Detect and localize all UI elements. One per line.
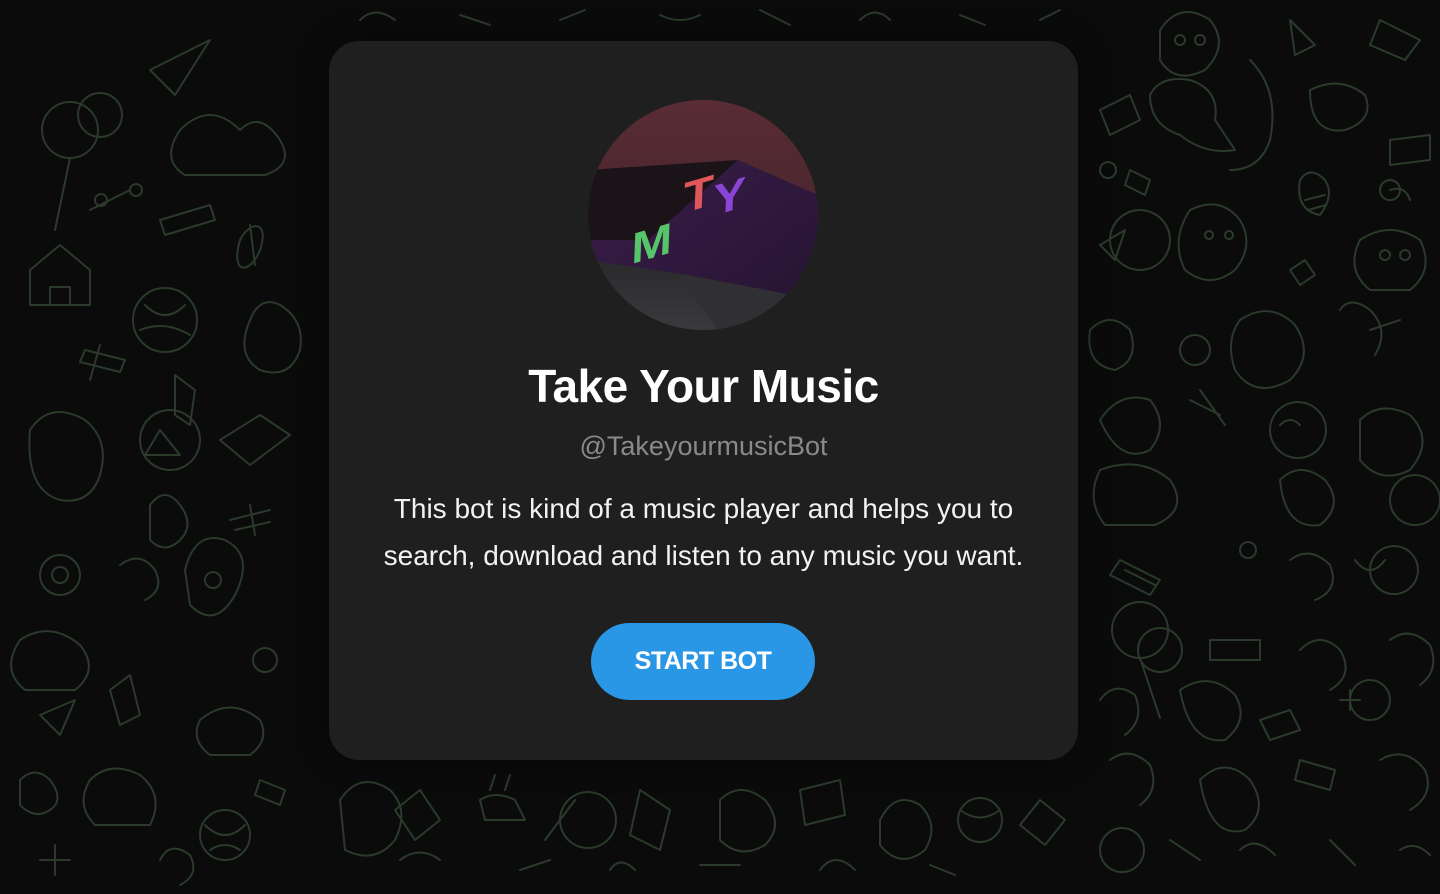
- bot-description-line-1: This bot is kind of a music player and h…: [393, 493, 1014, 524]
- start-bot-button[interactable]: START BOT: [591, 623, 815, 700]
- tym-logo-icon: T Y M: [588, 100, 818, 330]
- bot-description-line-2: search, download and listen to any music…: [383, 540, 1024, 571]
- bot-description: This bot is kind of a music player and h…: [349, 485, 1058, 579]
- avatar-letter-t: T: [683, 166, 715, 223]
- bot-info-card: T Y M Take Your Music @TakeyourmusicBot …: [329, 41, 1078, 760]
- bot-username: @TakeyourmusicBot: [579, 431, 828, 461]
- avatar-letter-y: Y: [712, 168, 747, 226]
- telegram-bot-start-page: T Y M Take Your Music @TakeyourmusicBot …: [0, 0, 1440, 894]
- bot-name: Take Your Music: [528, 360, 879, 412]
- bot-avatar: T Y M: [588, 100, 818, 330]
